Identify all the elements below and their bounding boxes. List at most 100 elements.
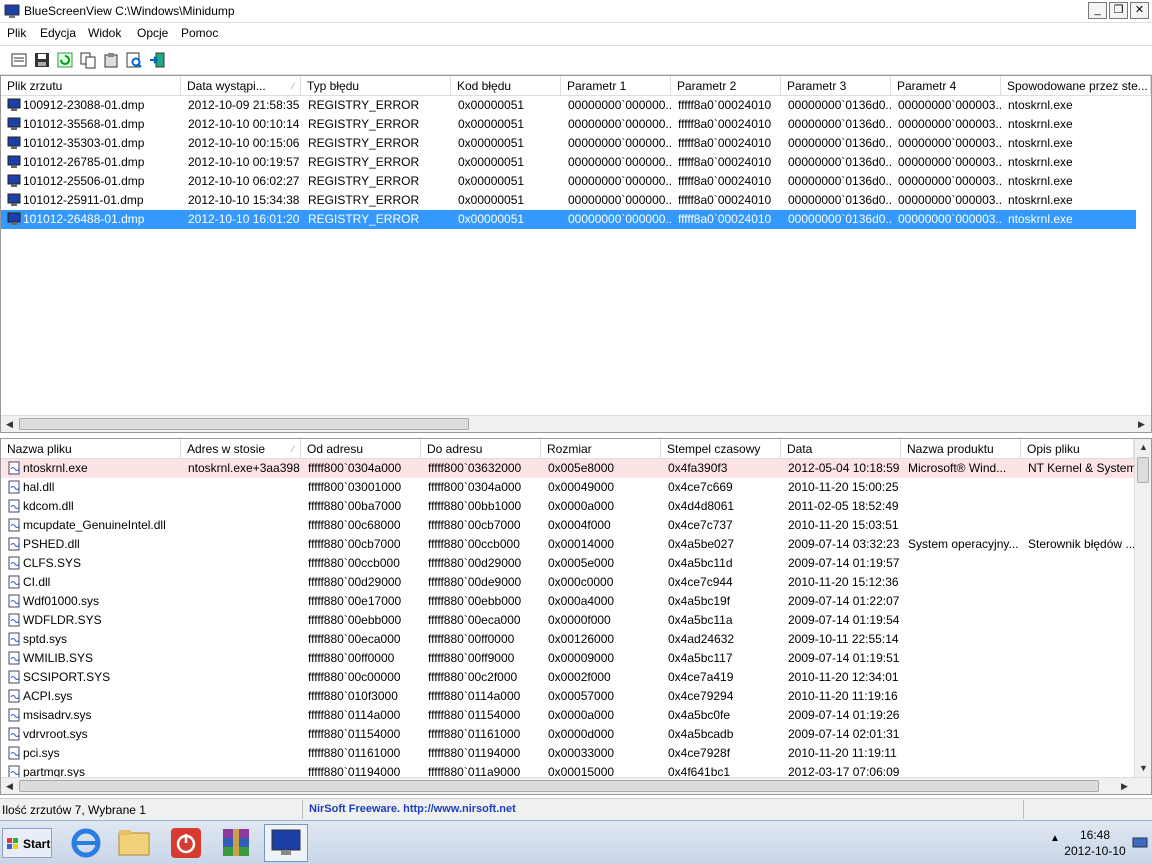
module-row[interactable]: Wdf01000.sys fffff880`00e17000 fffff880`00… [1,592,1136,611]
column-header-parameter-1[interactable]: Parametr 1 [561,76,671,96]
exit-icon[interactable] [148,51,166,69]
show-hidden-icons-arrow-icon[interactable]: ▲ [1050,833,1060,844]
dump-row[interactable]: 101012-35303-01.dmp 2012-10-10 00:15:06 RE… [1,134,1136,153]
scroll-right-arrow-icon[interactable]: ▶ [1133,416,1150,432]
cell-address-in-stack [188,535,301,554]
module-file-icon [8,480,20,494]
column-header-date[interactable]: Data [781,439,901,459]
cell-product-name [908,706,1021,725]
taskbar-shutdown-app[interactable] [164,824,208,862]
scroll-down-arrow-icon[interactable]: ▼ [1135,760,1151,777]
properties-list-icon[interactable] [10,51,28,69]
module-row[interactable]: kdcom.dll fffff880`00ba7000 fffff880`00bb1… [1,497,1136,516]
column-header-time-stamp[interactable]: Stempel czasowy [661,439,781,459]
dump-row[interactable]: 101012-25506-01.dmp 2012-10-10 06:02:27 RE… [1,172,1136,191]
scroll-up-arrow-icon[interactable]: ▲ [1135,439,1151,456]
loaded-modules-list[interactable]: Nazwa pliku Adres w stosie ⁄ Od adresu Do… [0,438,1152,795]
module-row[interactable]: PSHED.dll fffff880`00cb7000 fffff880`00ccb… [1,535,1136,554]
dump-list-horizontal-scrollbar[interactable]: ◀ ▶ [1,415,1151,432]
status-bar: Ilość zrzutów 7, Wybrane 1 NirSoft Freew… [0,798,1152,820]
column-header-product-name[interactable]: Nazwa produktu [901,439,1021,459]
start-button[interactable]: Start [2,828,52,858]
menu-pomoc[interactable]: Pomoc [181,26,218,40]
cell-filename: sptd.sys [23,632,68,646]
find-icon[interactable] [125,51,143,69]
scroll-left-arrow-icon[interactable]: ◀ [1,416,18,432]
column-header-size[interactable]: Rozmiar [541,439,661,459]
close-button[interactable]: ✕ [1130,2,1149,19]
module-row[interactable]: hal.dll fffff800`03001000 fffff800`0304a00… [1,478,1136,497]
menu-plik[interactable]: Plik [7,26,26,40]
scroll-thumb[interactable] [19,780,1099,792]
scroll-right-arrow-icon[interactable]: ▶ [1116,778,1133,794]
copy-icon[interactable] [79,51,97,69]
module-file-icon [8,575,20,589]
taskbar-explorer[interactable] [112,824,156,862]
dump-row[interactable]: 101012-26488-01.dmp 2012-10-10 16:01:20 RE… [1,210,1136,229]
dump-row[interactable]: 100912-23088-01.dmp 2012-10-09 21:58:35 RE… [1,96,1136,115]
module-row[interactable]: ntoskrnl.exe ntoskrnl.exe+3aa398 fffff800`… [1,459,1136,478]
module-row[interactable]: mcupdate_GenuineIntel.dll fffff880`00c680… [1,516,1136,535]
maximize-button[interactable]: ❐ [1109,2,1128,19]
module-row[interactable]: pci.sys fffff880`01161000 fffff880`0119400… [1,744,1136,763]
cell-product-name [908,592,1021,611]
column-header-parameter-2[interactable]: Parametr 2 [671,76,781,96]
module-row[interactable]: WDFLDR.SYS fffff880`00ebb000 fffff880`00ec… [1,611,1136,630]
cell-bug-check-string: REGISTRY_ERROR [308,212,420,226]
taskbar-bluescreenview[interactable] [264,824,308,862]
cell-filename: PSHED.dll [23,537,80,551]
cell-date: 2009-07-14 01:19:26 [788,708,900,722]
scroll-thumb[interactable] [19,418,469,430]
taskbar-winrar[interactable] [214,824,258,862]
dump-row[interactable]: 101012-26785-01.dmp 2012-10-10 00:19:57 RE… [1,153,1136,172]
cell-product-name [908,554,1021,573]
column-header-caused-by-driver[interactable]: Spowodowane przez ste... [1001,76,1151,96]
column-header-filename[interactable]: Nazwa pliku [1,439,181,459]
scroll-thumb[interactable] [1137,457,1149,483]
cell-product-name [908,516,1021,535]
modules-horizontal-scrollbar[interactable]: ◀ ▶ [1,777,1151,794]
system-clock[interactable]: 16:48 2012-10-10 [1062,827,1128,859]
module-row[interactable]: WMILIB.SYS fffff880`00ff0000 fffff880`00ff… [1,649,1136,668]
module-row[interactable]: CLFS.SYS fffff880`00ccb000 fffff880`00d290… [1,554,1136,573]
module-row[interactable]: ACPI.sys fffff880`010f3000 fffff880`0114a0… [1,687,1136,706]
column-header-from-address[interactable]: Od adresu [301,439,421,459]
dump-row[interactable]: 101012-35568-01.dmp 2012-10-10 00:10:14 RE… [1,115,1136,134]
monitor-tray-icon[interactable] [1132,837,1148,849]
module-row[interactable]: msisadrv.sys fffff880`0114a000 fffff880`01… [1,706,1136,725]
cell-bug-check-string: REGISTRY_ERROR [308,174,420,188]
column-header-bug-check-string[interactable]: Typ błędu [301,76,451,96]
column-header-dump-file[interactable]: Plik zrzutu [1,76,181,96]
column-header-parameter-4[interactable]: Parametr 4 [891,76,1001,96]
taskbar-internet-explorer[interactable] [64,824,108,862]
dump-files-list[interactable]: Plik zrzutu Data wystąpi... ⁄ Typ błędu K… [0,75,1152,433]
dump-row[interactable]: 101012-25911-01.dmp 2012-10-10 15:34:38 RE… [1,191,1136,210]
save-icon[interactable] [33,51,51,69]
cell-dump-file: 101012-35303-01.dmp [23,136,145,150]
cell-product-name [908,687,1021,706]
dump-file-icon [7,155,21,168]
cell-date: 2010-11-20 15:03:51 [788,518,899,532]
column-header-crash-time[interactable]: Data wystąpi... ⁄ [181,76,301,96]
html-report-icon[interactable] [102,51,120,69]
menu-edycja[interactable]: Edycja [40,26,76,40]
cell-parameter-2: fffff8a0`00024010 [678,117,772,131]
column-header-to-address[interactable]: Do adresu [421,439,541,459]
nirsoft-link[interactable]: NirSoft Freeware. http://www.nirsoft.net [302,800,1024,819]
menu-widok[interactable]: Widok [88,26,121,40]
scroll-left-arrow-icon[interactable]: ◀ [1,778,18,794]
cell-filename: msisadrv.sys [23,708,92,722]
module-row[interactable]: sptd.sys fffff880`00eca000 fffff880`00ff00… [1,630,1136,649]
modules-vertical-scrollbar[interactable]: ▲ ▼ [1134,439,1151,777]
menu-opcje[interactable]: Opcje [137,26,168,40]
column-header-address-in-stack[interactable]: Adres w stosie ⁄ [181,439,301,459]
column-header-file-description[interactable]: Opis pliku [1021,439,1134,459]
module-row[interactable]: SCSIPORT.SYS fffff880`00c00000 fffff880`00… [1,668,1136,687]
refresh-icon[interactable] [56,51,74,69]
minimize-button[interactable]: _ [1088,2,1107,19]
module-row[interactable]: vdrvroot.sys fffff880`01154000 fffff880`01… [1,725,1136,744]
column-header-address-in-stack-label: Adres w stosie [187,442,266,456]
column-header-parameter-3[interactable]: Parametr 3 [781,76,891,96]
column-header-bug-check-code[interactable]: Kod błędu [451,76,561,96]
module-row[interactable]: CI.dll fffff880`00d29000 fffff880`00de9000… [1,573,1136,592]
